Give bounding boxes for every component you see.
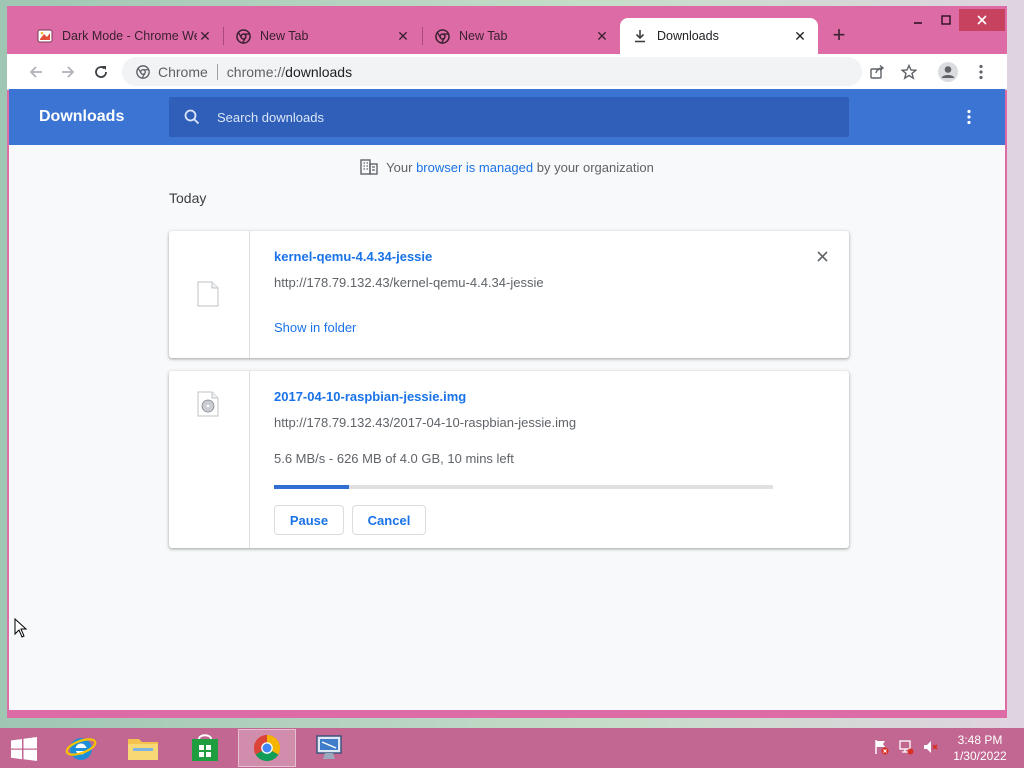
chrome-window: Dark Mode - Chrome We ✕ New Tab ✕ New Ta… (7, 6, 1007, 718)
windows-start-icon[interactable] (10, 737, 38, 761)
search-box[interactable] (169, 97, 849, 137)
maximize-button[interactable] (931, 9, 961, 31)
window-close-button[interactable] (959, 9, 1005, 31)
tab-new-tab-2[interactable]: New Tab ✕ (422, 18, 620, 54)
file-url[interactable]: http://178.79.132.43/2017-04-10-raspbian… (274, 415, 576, 430)
chrome-icon (136, 64, 150, 79)
more-options-icon[interactable] (959, 107, 979, 127)
address-bar[interactable]: Chrome chrome://downloads (122, 57, 862, 86)
tab-new-tab-1[interactable]: New Tab ✕ (223, 18, 421, 54)
system-clock[interactable]: 3:48 PM 1/30/2022 (945, 732, 1015, 764)
minimize-button[interactable] (903, 9, 933, 31)
downloads-header: Downloads (9, 89, 1005, 145)
tab-label: New Tab (260, 29, 309, 43)
bookmark-star-icon[interactable] (897, 60, 921, 84)
file-name-link[interactable]: 2017-04-10-raspbian-jessie.img (274, 389, 466, 404)
file-url[interactable]: http://178.79.132.43/kernel-qemu-4.4.34-… (274, 275, 544, 290)
download-item: kernel-qemu-4.4.34-jessie http://178.79.… (169, 231, 849, 358)
clock-date: 1/30/2022 (953, 749, 1007, 763)
pause-button[interactable]: Pause (274, 505, 344, 535)
volume-muted-icon[interactable] (921, 738, 939, 756)
cancel-button[interactable]: Cancel (352, 505, 426, 535)
paint-icon (37, 28, 53, 44)
page-title: Downloads (39, 108, 125, 125)
back-button[interactable] (24, 60, 48, 84)
profile-avatar[interactable] (936, 60, 960, 84)
share-icon[interactable] (865, 60, 889, 84)
tab-strip: Dark Mode - Chrome We ✕ New Tab ✕ New Ta… (7, 6, 1007, 54)
url-text: chrome://downloads (226, 63, 353, 80)
file-icon-column (169, 231, 250, 358)
site-chip[interactable]: Chrome (136, 64, 208, 80)
remove-item-close-icon[interactable] (814, 248, 830, 264)
managed-notice: Your browser is managed by your organiza… (9, 159, 1005, 175)
mouse-cursor-icon (14, 618, 28, 638)
browser-toolbar: Chrome chrome://downloads (7, 54, 1007, 90)
disk-image-file-icon (197, 391, 219, 417)
chrome-icon (434, 28, 450, 44)
tab-downloads[interactable]: Downloads ✕ (620, 18, 818, 54)
action-center-flag-icon[interactable] (872, 738, 890, 756)
close-icon[interactable]: ✕ (197, 28, 213, 44)
store-icon[interactable] (176, 729, 234, 767)
tab-label: Dark Mode - Chrome We (62, 29, 197, 43)
reload-button[interactable] (89, 60, 113, 84)
building-icon (360, 159, 378, 175)
remote-desktop-icon[interactable] (300, 729, 358, 767)
close-icon[interactable]: ✕ (594, 28, 610, 44)
download-progress-bar (274, 485, 773, 489)
managed-text-post: by your organization (536, 159, 654, 175)
file-explorer-icon[interactable] (114, 729, 172, 767)
file-icon-column (169, 371, 250, 548)
taskbar: 3:48 PM 1/30/2022 (0, 728, 1024, 768)
managed-link[interactable]: browser is managed (416, 160, 533, 175)
file-icon (197, 281, 219, 307)
network-icon[interactable] (897, 738, 915, 756)
search-input[interactable] (215, 108, 819, 126)
file-name-link[interactable]: kernel-qemu-4.4.34-jessie (274, 249, 432, 264)
close-icon[interactable]: ✕ (792, 28, 808, 44)
download-status: 5.6 MB/s - 626 MB of 4.0 GB, 10 mins lef… (274, 451, 514, 466)
progress-fill (274, 485, 349, 489)
date-section-heading: Today (169, 190, 207, 206)
chrome-icon (235, 28, 251, 44)
browser-menu-icon[interactable] (969, 60, 993, 84)
tab-dark-mode[interactable]: Dark Mode - Chrome We ✕ (25, 18, 223, 54)
downloads-page: Downloads Your browser is managed by you… (9, 89, 1005, 710)
new-tab-button[interactable]: + (828, 24, 850, 47)
show-in-folder-link[interactable]: Show in folder (274, 320, 356, 335)
chrome-taskbar-icon[interactable] (238, 729, 296, 767)
tab-label: New Tab (459, 29, 508, 43)
download-icon (632, 28, 648, 44)
managed-text-pre: Your (386, 159, 413, 175)
divider (216, 63, 218, 80)
download-item: 2017-04-10-raspbian-jessie.img http://17… (169, 371, 849, 548)
site-chip-label: Chrome (158, 63, 208, 80)
tab-label: Downloads (657, 29, 719, 43)
close-icon[interactable]: ✕ (395, 28, 411, 44)
clock-time: 3:48 PM (957, 733, 1003, 747)
internet-explorer-icon[interactable] (52, 729, 110, 767)
forward-button[interactable] (56, 60, 80, 84)
search-icon (183, 108, 201, 126)
